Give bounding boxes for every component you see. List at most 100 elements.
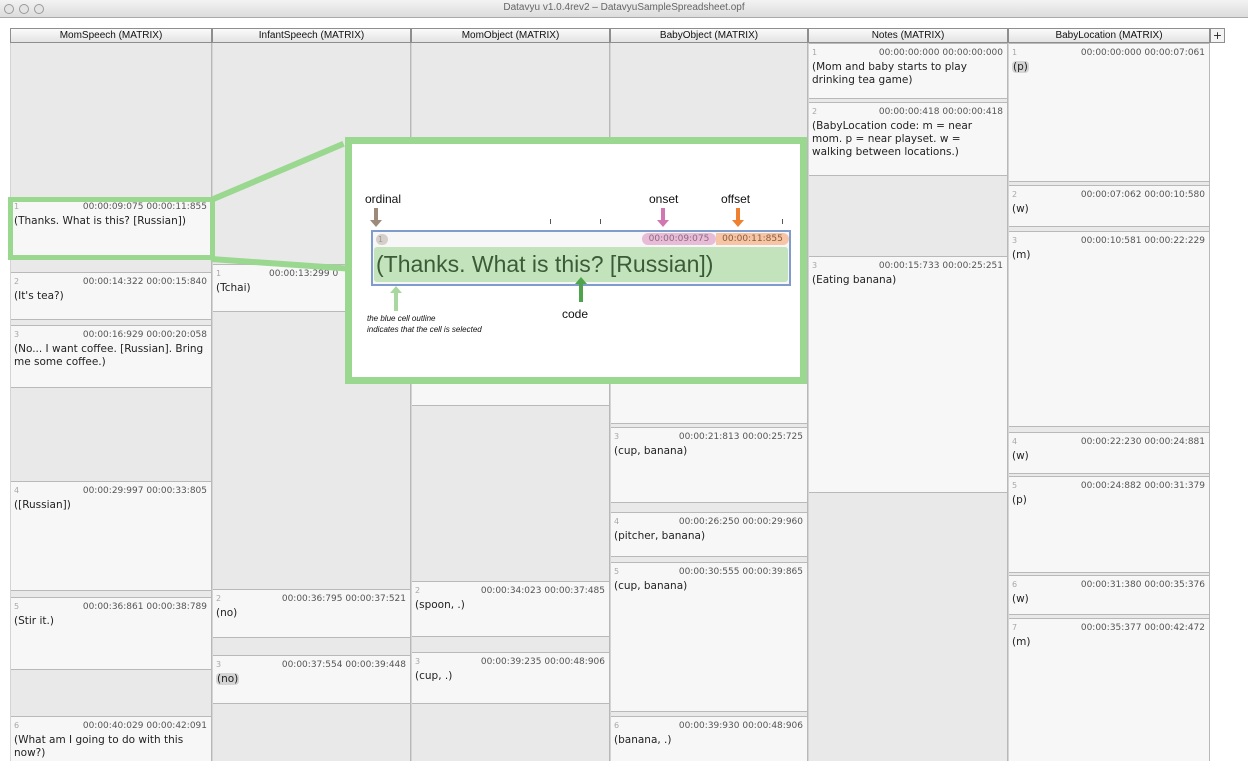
cell-ordinal: 3 (415, 657, 421, 666)
enlarged-cell-onset: 00:00:09:075 (642, 233, 716, 245)
onset-arrow (661, 208, 665, 220)
window-title-bar: Datavyu v1.0.4rev2 – DatavyuSampleSpread… (0, 0, 1248, 18)
cell-value[interactable]: ([Russian]) (14, 499, 207, 512)
cell-momobject-2[interactable]: 2 00:00:34:023 00:00:37:485 (spoon, .) (412, 581, 609, 637)
cell-value[interactable]: (cup, banana) (614, 580, 803, 593)
column-header-notes[interactable]: Notes (MATRIX) (808, 28, 1008, 43)
cell-times[interactable]: 00:00:36:861 00:00:38:789 (83, 602, 207, 612)
cell-times[interactable]: 00:00:39:235 00:00:48:906 (481, 657, 605, 667)
cell-momobject-3[interactable]: 3 00:00:39:235 00:00:48:906 (cup, .) (412, 652, 609, 704)
cell-times[interactable]: 00:00:36:795 00:00:37:521 (282, 594, 406, 604)
cell-value[interactable]: (It's tea?) (14, 290, 207, 303)
cell-infantspeech-2[interactable]: 2 00:00:36:795 00:00:37:521 (no) (213, 589, 410, 638)
enlarged-cell-ordinal: 1 (376, 234, 388, 245)
add-column-button[interactable]: + (1210, 28, 1225, 43)
cell-ordinal: 1 (812, 48, 818, 57)
cell-babylocation-4[interactable]: 4 00:00:22:230 00:00:24:881 (w) (1009, 432, 1209, 474)
column-header-momspeech[interactable]: MomSpeech (MATRIX) (10, 28, 212, 43)
cell-momspeech-2[interactable]: 2 00:00:14:322 00:00:15:840 (It's tea?) (11, 272, 211, 320)
cell-ordinal: 3 (1012, 236, 1018, 245)
cell-times[interactable]: 00:00:16:929 00:00:20:058 (83, 330, 207, 340)
cell-value[interactable]: (No... I want coffee. [Russian]. Bring m… (14, 343, 207, 369)
cell-times[interactable]: 00:00:31:380 00:00:35:376 (1081, 580, 1205, 590)
cell-notes-1[interactable]: 1 00:00:00:000 00:00:00:000 (Mom and bab… (809, 43, 1007, 99)
cell-babylocation-3[interactable]: 3 00:00:10:581 00:00:22:229 (m) (1009, 231, 1209, 427)
cell-value[interactable]: (p) (1012, 494, 1205, 507)
cell-babylocation-7[interactable]: 7 00:00:35:377 00:00:42:472 (m) (1009, 618, 1209, 761)
selection-note-line-2: indicates that the cell is selected (367, 325, 482, 334)
cell-times[interactable]: 00:00:29:997 00:00:33:805 (83, 486, 207, 496)
cell-ordinal: 3 (812, 261, 818, 270)
cell-times[interactable]: 00:00:40:029 00:00:42:091 (83, 721, 207, 731)
cell-momspeech-3[interactable]: 3 00:00:16:929 00:00:20:058 (No... I wan… (11, 325, 211, 388)
cell-babylocation-6[interactable]: 6 00:00:31:380 00:00:35:376 (w) (1009, 575, 1209, 615)
cell-times[interactable]: 00:00:15:733 00:00:25:251 (879, 261, 1003, 271)
cell-babylocation-2[interactable]: 2 00:00:07:062 00:00:10:580 (w) (1009, 185, 1209, 227)
cell-value[interactable]: (Eating banana) (812, 274, 1003, 287)
cell-times[interactable]: 00:00:10:581 00:00:22:229 (1081, 236, 1205, 246)
cell-value[interactable]: (m) (1012, 249, 1205, 262)
cell-value[interactable]: (cup, banana) (614, 445, 803, 458)
cell-value[interactable]: (w) (1012, 203, 1205, 216)
cell-ordinal: 4 (14, 486, 20, 495)
column-header-momobject[interactable]: MomObject (MATRIX) (411, 28, 610, 43)
cell-babylocation-1[interactable]: 1 00:00:00:000 00:00:07:061 (p) (1009, 43, 1209, 182)
ordinal-label: ordinal (365, 192, 402, 206)
cell-times[interactable]: 00:00:14:322 00:00:15:840 (83, 277, 207, 287)
cell-babyobject-6[interactable]: 6 00:00:39:930 00:00:48:906 (banana, .) (611, 716, 807, 761)
column-header-infantspeech[interactable]: InfantSpeech (MATRIX) (212, 28, 411, 43)
column-header-babyobject[interactable]: BabyObject (MATRIX) (610, 28, 808, 43)
cell-times[interactable]: 00:00:26:250 00:00:29:960 (679, 517, 803, 527)
cell-value[interactable]: (Stir it.) (14, 615, 207, 628)
cell-value[interactable]: (Mom and baby starts to play drinking te… (812, 61, 1003, 87)
cell-babyobject-3[interactable]: 3 00:00:21:813 00:00:25:725 (cup, banana… (611, 427, 807, 503)
cell-ordinal: 2 (1012, 190, 1018, 199)
divider (600, 219, 601, 224)
cell-value[interactable]: (BabyLocation code: m = near mom. p = ne… (812, 120, 1003, 159)
cell-times[interactable]: 00:00:35:377 00:00:42:472 (1081, 623, 1205, 633)
cell-times[interactable]: 00:00:39:930 00:00:48:906 (679, 721, 803, 731)
cell-babyobject-4[interactable]: 4 00:00:26:250 00:00:29:960 (pitcher, ba… (611, 512, 807, 557)
cell-notes-2[interactable]: 2 00:00:00:418 00:00:00:418 (BabyLocatio… (809, 102, 1007, 176)
cell-times[interactable]: 00:00:00:000 00:00:00:000 (879, 48, 1003, 58)
cell-value[interactable]: (m) (1012, 636, 1205, 649)
cell-momspeech-4[interactable]: 4 00:00:29:997 00:00:33:805 ([Russian]) (11, 481, 211, 591)
cell-times[interactable]: 00:00:00:418 00:00:00:418 (879, 107, 1003, 117)
window-title: Datavyu v1.0.4rev2 – DatavyuSampleSpread… (503, 2, 745, 13)
cell-times[interactable]: 00:00:34:023 00:00:37:485 (481, 586, 605, 596)
cell-babyobject-2[interactable] (611, 380, 807, 424)
code-arrow (579, 284, 583, 302)
ordinal-arrow (374, 208, 378, 220)
cell-times[interactable]: 00:00:37:554 00:00:39:448 (282, 660, 406, 670)
cell-times[interactable]: 00:00:24:882 00:00:31:379 (1081, 481, 1205, 491)
cell-momspeech-5[interactable]: 5 00:00:36:861 00:00:38:789 (Stir it.) (11, 597, 211, 670)
cell-ordinal: 6 (1012, 580, 1018, 589)
cell-babylocation-5[interactable]: 5 00:00:24:882 00:00:31:379 (p) (1009, 476, 1209, 573)
cell-ordinal: 5 (614, 567, 620, 576)
cell-value[interactable]: (w) (1012, 593, 1205, 606)
cell-babyobject-5[interactable]: 5 00:00:30:555 00:00:39:865 (cup, banana… (611, 562, 807, 712)
onset-label: onset (649, 192, 679, 206)
cell-times[interactable]: 00:00:07:062 00:00:10:580 (1081, 190, 1205, 200)
column-header-babylocation[interactable]: BabyLocation (MATRIX) (1008, 28, 1210, 43)
cell-value[interactable]: (What am I going to do with this now?) (14, 734, 207, 760)
cell-value[interactable]: (pitcher, banana) (614, 530, 803, 543)
cell-infantspeech-3[interactable]: 3 00:00:37:554 00:00:39:448 (no) (213, 655, 410, 704)
cell-times[interactable]: 00:00:00:000 00:00:07:061 (1081, 48, 1205, 58)
cell-times[interactable]: 00:00:30:555 00:00:39:865 (679, 567, 803, 577)
cell-ordinal: 2 (216, 594, 222, 603)
cell-value[interactable]: (no) (216, 607, 406, 620)
cell-times[interactable]: 00:00:13:299 0 (269, 269, 338, 279)
cell-value[interactable]: (w) (1012, 450, 1205, 463)
cell-value[interactable]: (no) (216, 673, 406, 686)
cell-times[interactable]: 00:00:21:813 00:00:25:725 (679, 432, 803, 442)
selection-note-line-1: the blue cell outline (367, 314, 436, 323)
cell-value[interactable]: (p) (1012, 61, 1205, 74)
cell-momspeech-6[interactable]: 6 00:00:40:029 00:00:42:091 (What am I g… (11, 716, 211, 761)
cell-value[interactable]: (banana, .) (614, 734, 803, 747)
cell-value[interactable]: (spoon, .) (415, 599, 605, 612)
cell-value[interactable]: (cup, .) (415, 670, 605, 683)
cell-times[interactable]: 00:00:22:230 00:00:24:881 (1081, 437, 1205, 447)
cell-notes-3[interactable]: 3 00:00:15:733 00:00:25:251 (Eating bana… (809, 256, 1007, 493)
cell-ordinal: 3 (614, 432, 620, 441)
